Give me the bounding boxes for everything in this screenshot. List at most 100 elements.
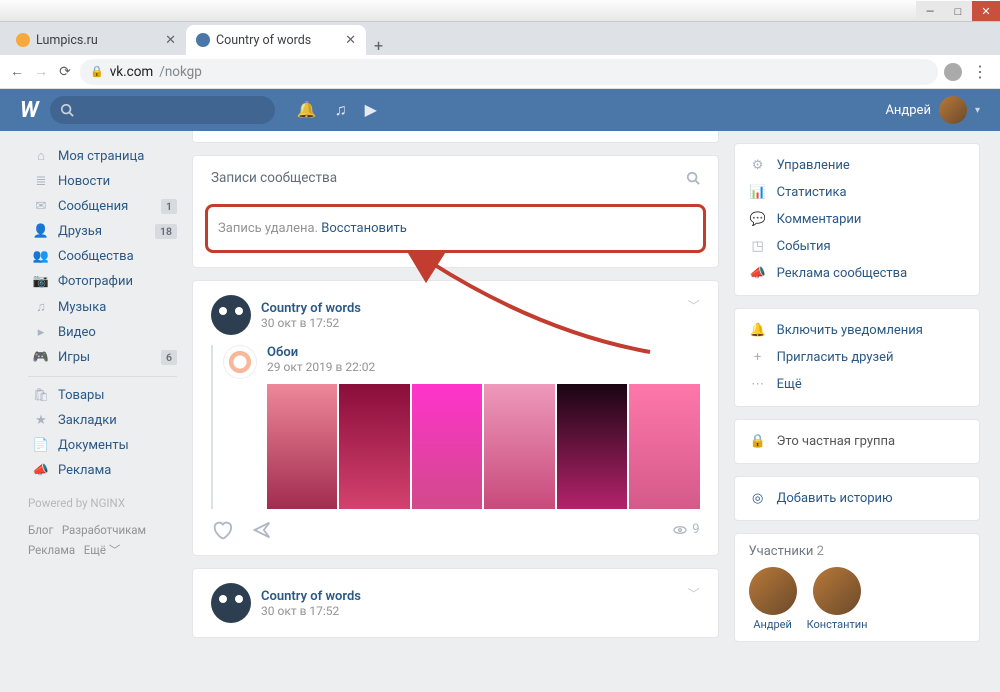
right-icon: +: [749, 350, 767, 365]
nav-label: Игры: [58, 350, 90, 365]
user-menu[interactable]: Андрей ▾: [885, 96, 980, 124]
members-block: Участники 2 Андрей Константин: [734, 533, 980, 642]
nav-item-Реклама[interactable]: 📣Реклама: [28, 458, 177, 483]
nav-item-Сообщества[interactable]: 👥 Сообщества: [28, 244, 177, 269]
right-item-Управление[interactable]: ⚙Управление: [735, 152, 979, 179]
tab-close-icon[interactable]: ✕: [165, 33, 176, 48]
repost-avatar[interactable]: [223, 345, 257, 379]
nav-item-Закладки[interactable]: ★ Закладки: [28, 408, 177, 433]
address-bar[interactable]: 🔒 vk.com/nokgp: [80, 59, 938, 85]
os-maximize-button[interactable]: □: [944, 1, 972, 21]
nav-badge: 18: [155, 224, 177, 239]
music-icon[interactable]: ♫: [335, 100, 347, 120]
footer-link[interactable]: Блог: [28, 523, 53, 537]
community-avatar[interactable]: [211, 583, 251, 623]
wall-title: Записи сообщества: [211, 170, 337, 186]
play-icon[interactable]: ▶: [365, 100, 377, 120]
nav-icon: ♫: [32, 299, 50, 315]
post-footer: 9: [211, 509, 700, 541]
gallery-image[interactable]: [557, 384, 627, 509]
member[interactable]: Андрей: [749, 567, 797, 631]
repost-date: 29 окт 2019 в 22:02: [267, 360, 700, 374]
repost-author[interactable]: Обои: [267, 345, 700, 360]
right-item-Статистика[interactable]: 📊Статистика: [735, 179, 979, 206]
add-story-button[interactable]: ◎ Добавить историю: [735, 485, 979, 512]
right-icon: 🔔: [749, 323, 767, 338]
reload-button[interactable]: ⟳: [56, 64, 74, 80]
nav-item-Игры[interactable]: 🎮Игры6: [28, 345, 177, 370]
nav-label: Сообщества: [58, 249, 134, 264]
footer-link[interactable]: Реклама: [28, 543, 75, 557]
share-button[interactable]: [251, 519, 273, 541]
right-label: Пригласить друзей: [777, 350, 894, 365]
right-item-Пригласить друзей[interactable]: + Пригласить друзей: [735, 344, 979, 371]
nav-icon: ⌂: [32, 148, 50, 164]
post-menu-button[interactable]: ﹀: [688, 297, 700, 314]
right-item-Реклама сообщества[interactable]: 📣Реклама сообщества: [735, 260, 979, 287]
nav-item-Друзья[interactable]: 👤Друзья18: [28, 219, 177, 244]
nav-item-Видео[interactable]: ▸Видео: [28, 320, 177, 345]
gallery-image[interactable]: [412, 384, 482, 509]
gallery-image[interactable]: [267, 384, 337, 509]
restore-link[interactable]: Восстановить: [321, 221, 407, 236]
nav-label: Сообщения: [58, 199, 128, 214]
gallery-image[interactable]: [629, 384, 699, 509]
nav-icon: 👥: [32, 249, 50, 264]
members-header[interactable]: Участники 2: [749, 544, 965, 559]
post-author[interactable]: Country of words: [261, 301, 361, 316]
nav-item-Документы[interactable]: 📄Документы: [28, 433, 177, 458]
extension-icon[interactable]: [944, 63, 962, 81]
nav-item-Сообщения[interactable]: ✉Сообщения1: [28, 194, 177, 219]
user-name: Андрей: [885, 103, 931, 118]
nav-badge: 6: [161, 350, 177, 365]
right-icon: ⋯: [749, 377, 767, 392]
nav-label: Фотографии: [58, 274, 133, 289]
nav-label: Видео: [58, 325, 96, 340]
tab-label: Country of words: [216, 33, 311, 48]
nav-icon: ★: [32, 413, 50, 428]
like-button[interactable]: [211, 519, 233, 541]
tab-close-icon[interactable]: ✕: [345, 33, 356, 48]
post-menu-button[interactable]: ﹀: [688, 585, 700, 602]
post-author[interactable]: Country of words: [261, 589, 361, 604]
footer-link[interactable]: Ещё ﹀: [84, 543, 121, 557]
post-card: Country of words 30 окт в 17:52 ﹀: [192, 568, 719, 638]
member[interactable]: Константин: [807, 567, 868, 631]
tab-label: Lumpics.ru: [36, 33, 98, 48]
chevron-down-icon: ▾: [975, 105, 980, 116]
community-avatar[interactable]: [211, 295, 251, 335]
wall-column: Записи сообщества Запись удалена. Восста…: [192, 131, 719, 692]
nav-label: Закладки: [58, 413, 117, 428]
tab-lumpics[interactable]: Lumpics.ru ✕: [6, 25, 186, 55]
right-item-Комментарии[interactable]: 💬Комментарии: [735, 206, 979, 233]
right-item-Включить уведомления[interactable]: 🔔 Включить уведомления: [735, 317, 979, 344]
forward-button[interactable]: →: [32, 63, 50, 80]
nav-icon: 👤: [32, 224, 50, 239]
gallery-image[interactable]: [339, 384, 409, 509]
back-button[interactable]: ←: [8, 63, 26, 80]
new-tab-button[interactable]: +: [366, 36, 391, 55]
nav-icon: 📷: [32, 274, 50, 289]
right-label: Статистика: [777, 185, 847, 200]
right-label: Включить уведомления: [777, 323, 923, 338]
search-input[interactable]: [50, 96, 275, 124]
nav-item-Новости[interactable]: ≣Новости: [28, 169, 177, 194]
os-close-button[interactable]: ✕: [972, 1, 1000, 21]
nav-item-Музыка[interactable]: ♫Музыка: [28, 294, 177, 320]
bell-icon[interactable]: 🔔: [297, 100, 317, 120]
nav-item-Моя страница[interactable]: ⌂Моя страница: [28, 143, 177, 169]
right-column: ⚙Управление📊Статистика💬Комментарии◳Событ…: [734, 131, 980, 692]
right-item-События[interactable]: ◳События: [735, 233, 979, 260]
footer-link[interactable]: Разработчикам: [62, 523, 146, 537]
gallery-image[interactable]: [484, 384, 554, 509]
tab-vk-active[interactable]: Country of words ✕: [186, 25, 366, 55]
search-icon[interactable]: [686, 171, 700, 185]
os-minimize-button[interactable]: —: [916, 1, 944, 21]
private-group-label: 🔒 Это частная группа: [735, 428, 979, 455]
nav-item-Товары[interactable]: 🛍Товары: [28, 383, 177, 408]
vk-logo[interactable]: W: [20, 98, 38, 123]
deleted-post-notice: Запись удалена. Восстановить: [205, 204, 706, 253]
nav-item-Фотографии[interactable]: 📷 Фотографии: [28, 269, 177, 294]
right-item-Ещё[interactable]: ⋯Ещё: [735, 371, 979, 398]
browser-menu-button[interactable]: ⋮: [968, 62, 992, 81]
